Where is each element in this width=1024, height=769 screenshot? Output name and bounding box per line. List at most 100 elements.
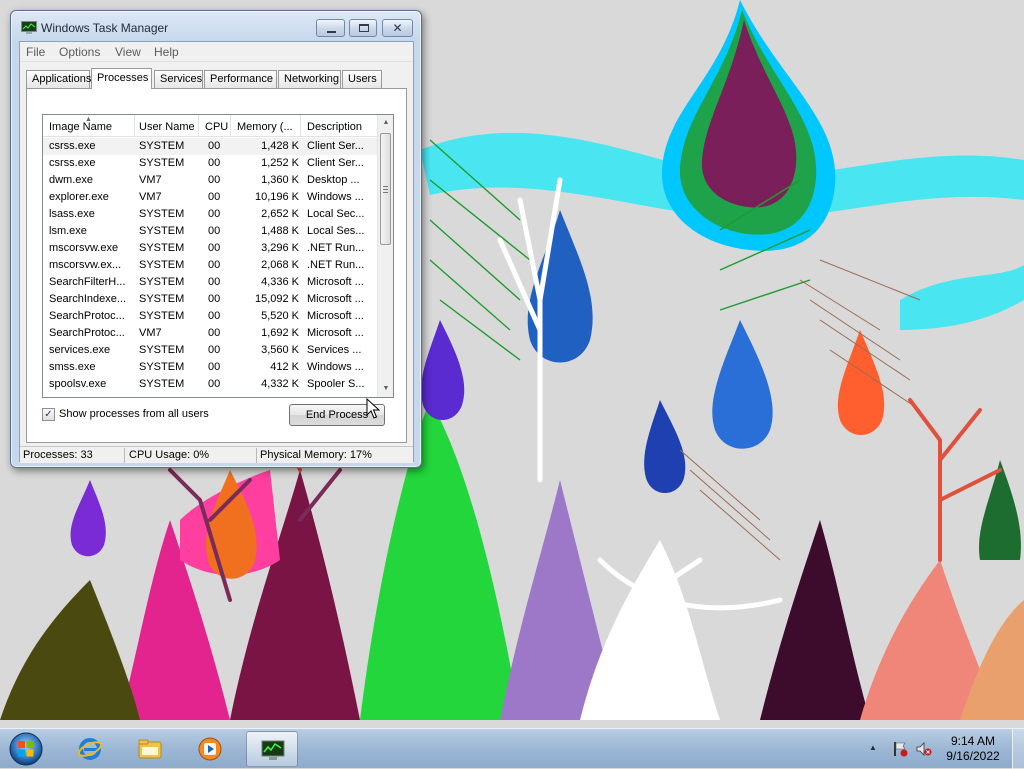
process-row[interactable]: lsm.exe SYSTEM 00 1,488 K Local Ses... xyxy=(43,223,379,240)
process-name-cell: mscorsvw.exe xyxy=(49,242,119,254)
task-manager-app-icon xyxy=(21,21,37,34)
clock-time: 9:14 AM xyxy=(950,734,996,748)
process-user-cell: SYSTEM xyxy=(139,225,185,237)
process-name-cell: lsass.exe xyxy=(49,208,95,220)
process-desc-cell: .NET Run... xyxy=(307,242,365,254)
process-cpu-cell: 00 xyxy=(208,293,221,305)
start-button[interactable] xyxy=(7,731,45,767)
tab-users[interactable]: Users xyxy=(342,70,382,88)
process-row[interactable]: mscorsvw.ex... SYSTEM 00 2,068 K .NET Run... xyxy=(43,257,379,274)
process-row[interactable]: explorer.exe VM7 00 10,196 K Windows ... xyxy=(43,189,379,206)
tab-services[interactable]: Services xyxy=(154,70,203,88)
process-name-cell: lsm.exe xyxy=(49,225,87,237)
taskbar-task-manager[interactable] xyxy=(246,731,298,767)
process-rows: csrss.exe SYSTEM 00 1,428 K Client Ser... csr… xyxy=(43,138,379,393)
process-desc-cell: Microsoft ... xyxy=(307,276,364,288)
process-user-cell: SYSTEM xyxy=(139,157,185,169)
process-row[interactable]: csrss.exe SYSTEM 00 1,428 K Client Ser... xyxy=(43,138,379,155)
process-user-cell: VM7 xyxy=(139,191,162,203)
window-client-area: File Options View Help Applications Proc… xyxy=(19,41,414,463)
process-list[interactable]: ▲ Image Name User Name CPU Memory (... D… xyxy=(42,114,394,398)
process-mem-cell: 1,692 K xyxy=(261,327,299,339)
menu-options[interactable]: Options xyxy=(59,45,100,59)
menu-file[interactable]: File xyxy=(26,45,45,59)
show-hidden-icons-button[interactable]: ▲ xyxy=(869,743,877,752)
menu-help[interactable]: Help xyxy=(154,45,179,59)
process-row[interactable]: SearchIndexe... SYSTEM 00 15,092 K Microsoft… xyxy=(43,291,379,308)
column-image-name[interactable]: ▲ Image Name xyxy=(43,115,135,137)
title-bar[interactable]: Windows Task Manager ✕ xyxy=(11,11,421,41)
menu-view[interactable]: View xyxy=(115,45,141,59)
column-user-name[interactable]: User Name xyxy=(133,115,199,137)
taskbar-internet-explorer[interactable] xyxy=(64,731,116,767)
taskbar-media-player[interactable] xyxy=(184,731,236,767)
scroll-thumb[interactable] xyxy=(380,133,391,245)
scroll-down-button[interactable]: ▼ xyxy=(378,381,393,397)
process-row[interactable]: services.exe SYSTEM 00 3,560 K Services ... xyxy=(43,342,379,359)
volume-muted-icon[interactable] xyxy=(916,741,932,757)
status-cpu-usage: CPU Usage: 0% xyxy=(129,449,210,461)
window-title: Windows Task Manager xyxy=(41,21,169,35)
process-cpu-cell: 00 xyxy=(208,276,221,288)
column-cpu[interactable]: CPU xyxy=(199,115,231,137)
process-row[interactable]: SearchProtoc... VM7 00 1,692 K Microsoft ... xyxy=(43,325,379,342)
process-list-scrollbar[interactable]: ▲ ▼ xyxy=(377,115,393,397)
process-row[interactable]: mscorsvw.exe SYSTEM 00 3,296 K .NET Run... xyxy=(43,240,379,257)
column-memory[interactable]: Memory (... xyxy=(231,115,301,137)
close-button[interactable]: ✕ xyxy=(382,19,413,37)
taskbar-windows-explorer[interactable] xyxy=(124,731,176,767)
process-mem-cell: 1,252 K xyxy=(261,157,299,169)
tab-processes[interactable]: Processes xyxy=(91,68,152,89)
scroll-grip-icon xyxy=(383,186,388,193)
process-row[interactable]: SearchFilterH... SYSTEM 00 4,336 K Microsoft… xyxy=(43,274,379,291)
task-manager-window[interactable]: Windows Task Manager ✕ File Options View… xyxy=(10,10,422,468)
process-desc-cell: Microsoft ... xyxy=(307,293,364,305)
process-desc-cell: .NET Run... xyxy=(307,259,365,271)
process-mem-cell: 3,296 K xyxy=(261,242,299,254)
maximize-icon xyxy=(359,24,369,32)
process-user-cell: SYSTEM xyxy=(139,242,185,254)
minimize-button[interactable] xyxy=(316,19,345,37)
process-row[interactable]: lsass.exe SYSTEM 00 2,652 K Local Sec... xyxy=(43,206,379,223)
process-name-cell: csrss.exe xyxy=(49,140,96,152)
media-player-icon xyxy=(198,737,222,761)
show-all-users-label[interactable]: Show processes from all users xyxy=(59,408,209,420)
process-desc-cell: Spooler S... xyxy=(307,378,365,390)
column-description[interactable]: Description xyxy=(301,115,379,137)
process-cpu-cell: 00 xyxy=(208,208,221,220)
tab-applications[interactable]: Applications xyxy=(26,70,91,88)
action-center-flag-icon[interactable] xyxy=(892,741,908,757)
tab-performance[interactable]: Performance xyxy=(204,70,277,88)
process-cpu-cell: 00 xyxy=(208,259,221,271)
process-name-cell: csrss.exe xyxy=(49,157,96,169)
process-mem-cell: 4,332 K xyxy=(261,378,299,390)
process-row[interactable]: SearchProtoc... SYSTEM 00 5,520 K Microsoft … xyxy=(43,308,379,325)
tab-networking[interactable]: Networking xyxy=(278,70,341,88)
process-desc-cell: Microsoft ... xyxy=(307,327,364,339)
process-mem-cell: 15,092 K xyxy=(254,293,299,305)
windows-explorer-icon xyxy=(138,739,162,759)
process-mem-cell: 1,360 K xyxy=(261,174,299,186)
process-mem-cell: 3,560 K xyxy=(261,344,299,356)
process-name-cell: SearchProtoc... xyxy=(49,310,125,322)
process-cpu-cell: 00 xyxy=(208,225,221,237)
show-all-users-checkbox[interactable]: ✓ xyxy=(42,408,55,421)
maximize-button[interactable] xyxy=(349,19,377,37)
process-cpu-cell: 00 xyxy=(208,378,221,390)
taskbar-clock[interactable]: 9:14 AM 9/16/2022 xyxy=(944,734,1002,764)
process-name-cell: SearchIndexe... xyxy=(49,293,127,305)
process-cpu-cell: 00 xyxy=(208,157,221,169)
process-mem-cell: 5,520 K xyxy=(261,310,299,322)
process-row[interactable]: csrss.exe SYSTEM 00 1,252 K Client Ser... xyxy=(43,155,379,172)
show-desktop-button[interactable] xyxy=(1012,729,1024,769)
process-cpu-cell: 00 xyxy=(208,344,221,356)
process-user-cell: VM7 xyxy=(139,327,162,339)
process-row[interactable]: smss.exe SYSTEM 00 412 K Windows ... xyxy=(43,359,379,376)
process-row[interactable]: spoolsv.exe SYSTEM 00 4,332 K Spooler S... xyxy=(43,376,379,393)
process-row[interactable]: dwm.exe VM7 00 1,360 K Desktop ... xyxy=(43,172,379,189)
scroll-up-button[interactable]: ▲ xyxy=(378,115,393,131)
menu-bar: File Options View Help xyxy=(20,42,413,62)
process-mem-cell: 412 K xyxy=(270,361,299,373)
task-manager-icon xyxy=(261,740,285,760)
status-bar: Processes: 33 CPU Usage: 0% Physical Mem… xyxy=(20,446,413,463)
